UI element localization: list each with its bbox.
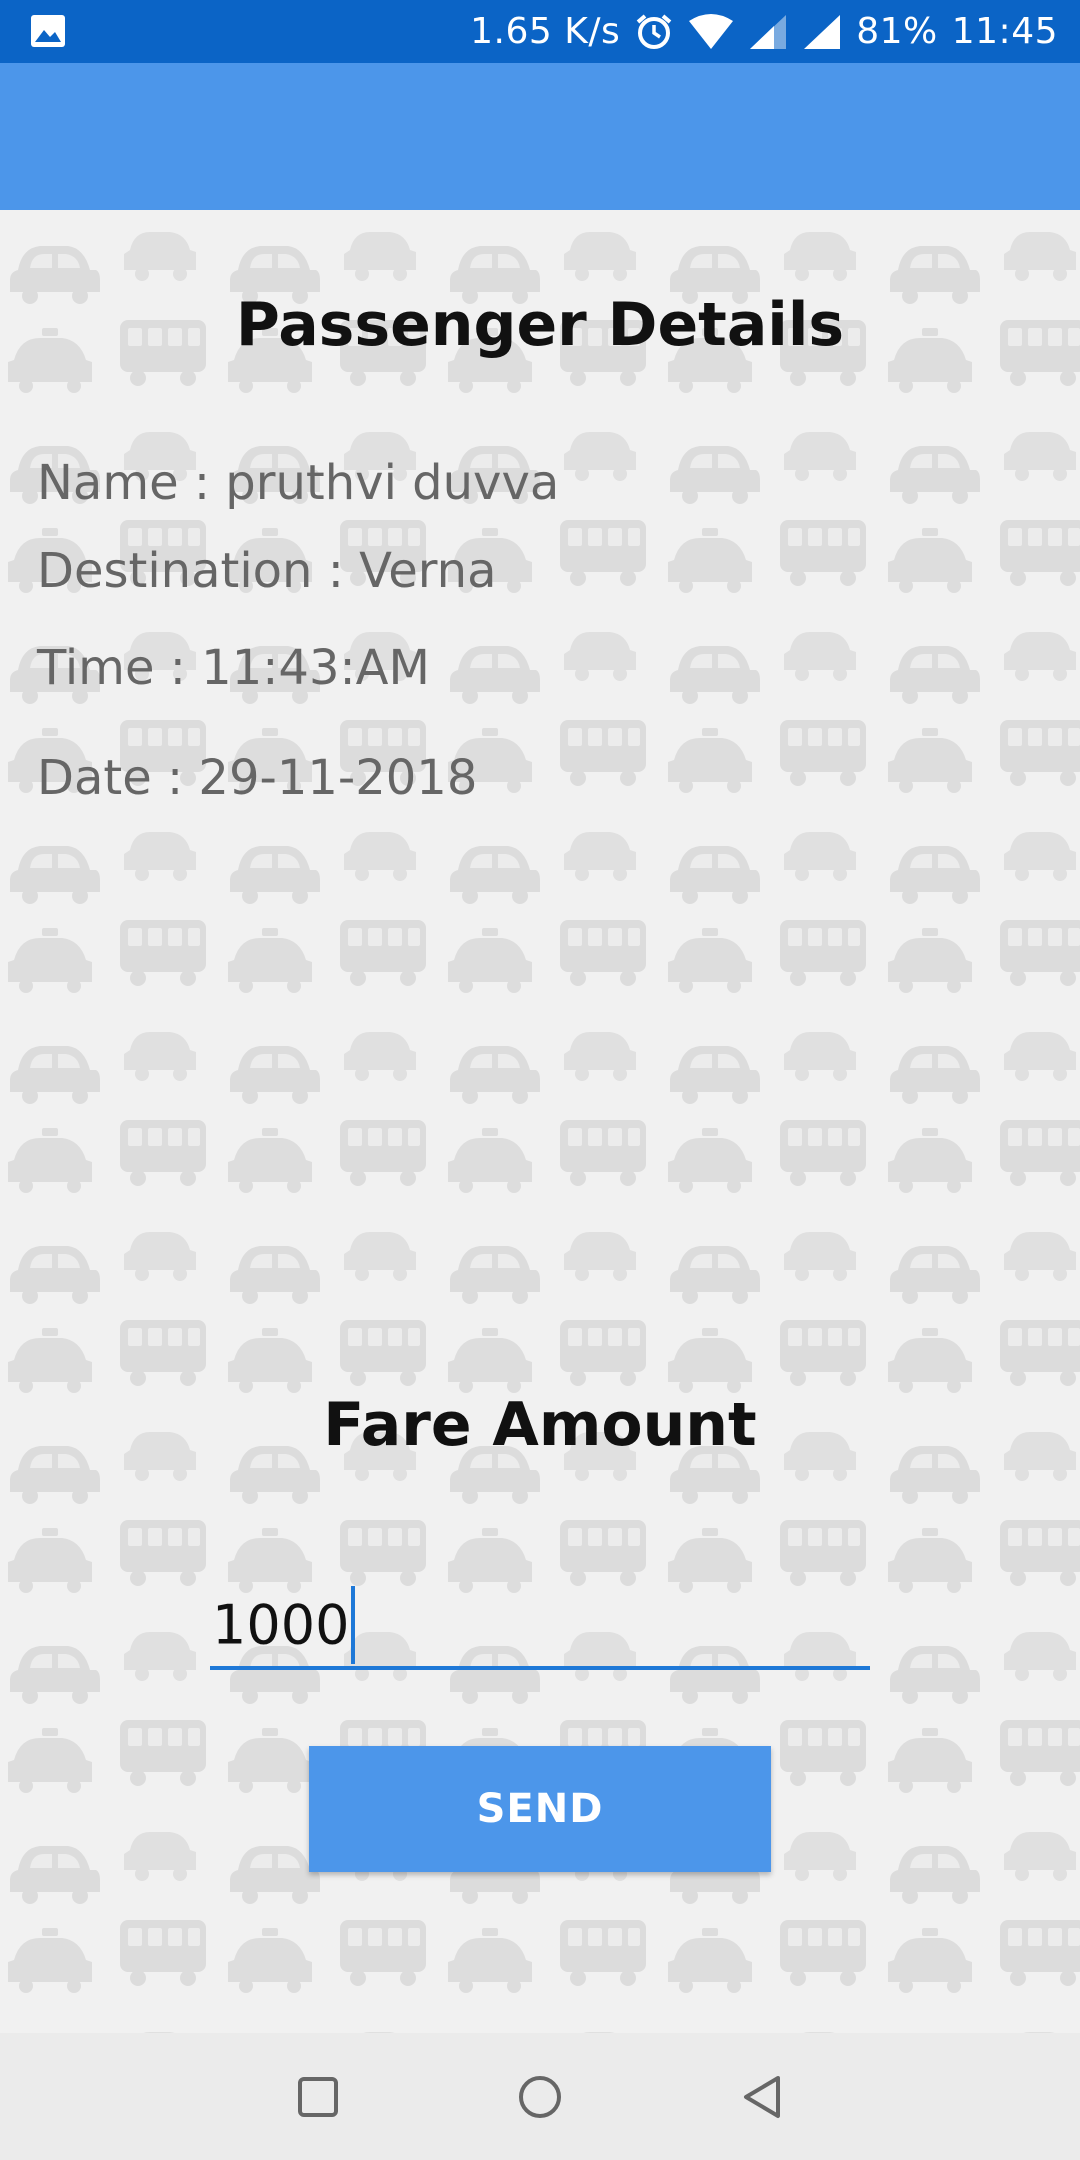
signal-icon	[750, 14, 787, 49]
recent-apps-button[interactable]	[290, 2069, 346, 2125]
separator: :	[312, 543, 360, 599]
passenger-destination-row: Destination : Verna	[37, 543, 497, 599]
name-value: pruthvi duvva	[225, 455, 560, 511]
alarm-icon	[636, 13, 672, 49]
clock: 11:45	[951, 11, 1058, 52]
signal-icon	[804, 14, 841, 49]
separator: :	[154, 640, 202, 696]
fare-amount-heading: Fare Amount	[323, 1390, 757, 1460]
home-button[interactable]	[512, 2069, 568, 2125]
fare-amount-field[interactable]: 1000	[212, 1586, 356, 1668]
destination-label: Destination	[37, 543, 313, 599]
home-icon	[519, 2076, 561, 2118]
recent-apps-icon	[298, 2077, 338, 2117]
wifi-icon	[689, 13, 734, 49]
time-label: Time	[37, 640, 155, 696]
battery-level: 81%	[856, 11, 938, 52]
passenger-details-heading: Passenger Details	[235, 290, 845, 360]
fare-amount-value[interactable]: 1000	[212, 1594, 349, 1657]
separator: :	[178, 455, 226, 511]
send-button[interactable]: SEND	[309, 1746, 771, 1872]
status-bar: 1.65 K/s 81% 11:45	[0, 0, 1080, 63]
back-icon	[744, 2076, 780, 2118]
app-bar	[0, 63, 1080, 210]
date-label: Date	[37, 750, 152, 806]
passenger-date-row: Date : 29-11-2018	[37, 750, 477, 806]
text-cursor	[351, 1586, 356, 1664]
content-area: Passenger Details Name : pruthvi duvva D…	[0, 210, 1080, 2033]
back-button[interactable]	[734, 2069, 790, 2125]
destination-value: Verna	[359, 543, 497, 599]
fare-amount-input[interactable]: 1000	[210, 1570, 870, 1670]
time-value: 11:43:AM	[201, 640, 430, 696]
date-value: 29-11-2018	[198, 750, 478, 806]
name-label: Name	[37, 455, 179, 511]
passenger-time-row: Time : 11:43:AM	[37, 640, 430, 696]
navigation-bar	[0, 2033, 1080, 2160]
passenger-name-row: Name : pruthvi duvva	[37, 455, 559, 511]
network-speed: 1.65 K/s	[470, 11, 621, 52]
gallery-icon	[31, 15, 65, 47]
status-icons: 1.65 K/s 81% 11:45	[470, 0, 1058, 63]
separator: :	[151, 750, 199, 806]
